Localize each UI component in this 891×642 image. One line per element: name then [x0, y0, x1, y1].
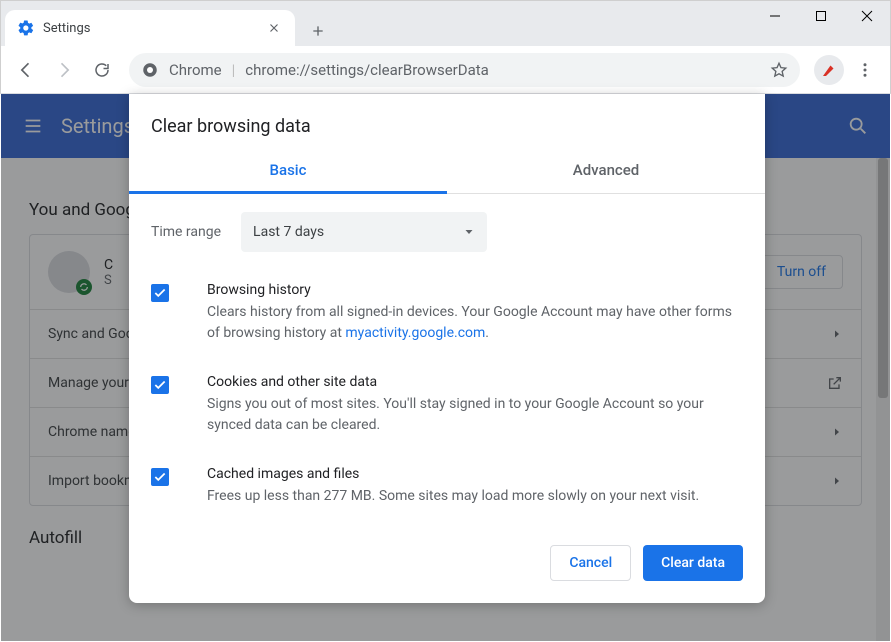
- chevron-down-icon: [463, 226, 475, 238]
- omnibox-origin: Chrome: [169, 61, 222, 79]
- window-controls: [752, 1, 890, 31]
- close-tab-button[interactable]: [265, 19, 283, 37]
- tab-advanced[interactable]: Advanced: [447, 147, 765, 193]
- minimize-button[interactable]: [752, 1, 798, 31]
- tab-strip: Settings: [1, 1, 333, 46]
- time-range-select[interactable]: Last 7 days: [241, 212, 487, 252]
- checkbox-cookies[interactable]: [151, 376, 169, 394]
- cancel-button[interactable]: Cancel: [550, 545, 631, 581]
- time-range-value: Last 7 days: [253, 224, 324, 240]
- option-desc: Clears history from all signed-in device…: [207, 302, 743, 344]
- window-titlebar: Settings: [0, 0, 891, 46]
- maximize-button[interactable]: [798, 1, 844, 31]
- new-tab-button[interactable]: [303, 16, 333, 46]
- close-window-button[interactable]: [844, 1, 890, 31]
- tab-title: Settings: [43, 21, 257, 36]
- option-cache: Cached images and files Frees up less th…: [151, 454, 743, 525]
- reload-button[interactable]: [85, 53, 119, 87]
- back-button[interactable]: [9, 53, 43, 87]
- time-range-row: Time range Last 7 days: [151, 212, 743, 252]
- browser-menu-button[interactable]: [848, 53, 882, 87]
- browser-toolbar: Chrome | chrome://settings/clearBrowserD…: [0, 46, 891, 94]
- checkbox-browsing-history[interactable]: [151, 284, 169, 302]
- option-desc: Signs you out of most sites. You'll stay…: [207, 394, 743, 436]
- checkbox-cache[interactable]: [151, 468, 169, 486]
- dialog-title: Clear browsing data: [129, 94, 765, 147]
- omnibox-separator: |: [232, 61, 236, 79]
- dialog-footer: Cancel Clear data: [129, 531, 765, 603]
- address-bar[interactable]: Chrome | chrome://settings/clearBrowserD…: [129, 53, 800, 87]
- dialog-body: Time range Last 7 days Browsing history …: [129, 194, 765, 531]
- profile-avatar-button[interactable]: [814, 55, 844, 85]
- forward-button[interactable]: [47, 53, 81, 87]
- tab-basic[interactable]: Basic: [129, 147, 447, 193]
- page-content: Settings You and Google C S Turn off: [1, 94, 890, 641]
- bookmark-star-icon[interactable]: [770, 61, 788, 79]
- gear-icon: [17, 19, 35, 37]
- myactivity-link[interactable]: myactivity.google.com: [345, 325, 485, 341]
- time-range-label: Time range: [151, 224, 221, 240]
- omnibox-path: chrome://settings/clearBrowserData: [245, 61, 489, 79]
- option-title: Cached images and files: [207, 466, 699, 482]
- chrome-page-icon: [141, 61, 159, 79]
- option-title: Browsing history: [207, 282, 743, 298]
- clear-data-button[interactable]: Clear data: [643, 545, 743, 581]
- clear-browsing-data-dialog: Clear browsing data Basic Advanced Time …: [129, 94, 765, 603]
- browser-tab-settings[interactable]: Settings: [5, 10, 295, 46]
- option-cookies: Cookies and other site data Signs you ou…: [151, 362, 743, 454]
- option-title: Cookies and other site data: [207, 374, 743, 390]
- omnibox-text: Chrome | chrome://settings/clearBrowserD…: [169, 61, 489, 79]
- option-desc: Frees up less than 277 MB. Some sites ma…: [207, 486, 699, 507]
- option-browsing-history: Browsing history Clears history from all…: [151, 270, 743, 362]
- dialog-tabs: Basic Advanced: [129, 147, 765, 194]
